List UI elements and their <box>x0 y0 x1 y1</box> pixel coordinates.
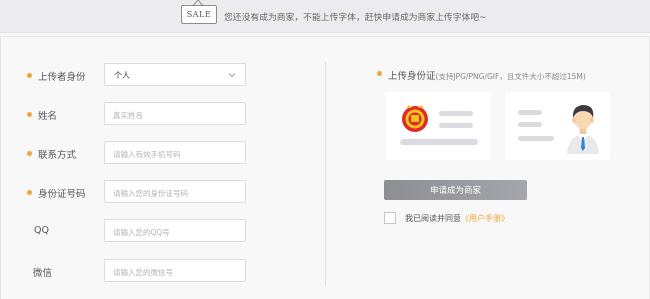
wechat-label: 微信 <box>33 268 53 279</box>
agreement-checkbox[interactable] <box>384 212 396 224</box>
notice-banner: SALE 您还没有成为商家，不能上传字体，赶快申请成为商家上传字体吧~ <box>0 0 650 33</box>
contact-field-box <box>104 141 246 165</box>
required-dot <box>27 73 32 78</box>
person-portrait-icon <box>518 105 599 154</box>
qq-field-box <box>104 219 246 243</box>
uploader-row: 上传者身份 个人 <box>0 63 250 89</box>
name-input[interactable] <box>105 105 241 126</box>
name-label: 姓名 <box>38 111 58 122</box>
id-number-input[interactable] <box>105 183 241 204</box>
agreement-prefix: 我已阅读并同意 <box>405 214 461 223</box>
national-emblem-icon <box>400 105 478 145</box>
sale-tag-icon: SALE <box>181 5 217 24</box>
apply-merchant-button[interactable]: 申请成为商家 <box>384 180 527 200</box>
qq-input[interactable] <box>105 222 241 243</box>
id-upload-title: 上传身份证(支持JPG/PNG/GIF，且文件大小不超过15M) <box>388 68 586 82</box>
id-upload-hint: (支持JPG/PNG/GIF，且文件大小不超过15M) <box>435 72 586 81</box>
wechat-field-box <box>104 259 246 283</box>
qq-label: QQ <box>34 225 49 236</box>
column-divider <box>325 62 326 286</box>
name-row: 姓名 <box>0 102 250 128</box>
contact-label: 联系方式 <box>38 150 77 161</box>
uploader-label: 上传者身份 <box>38 72 86 83</box>
wechat-row: 微信 <box>0 259 250 285</box>
uploader-select[interactable]: 个人 <box>104 63 246 86</box>
id-back-upload[interactable] <box>505 92 610 160</box>
agreement-text: 我已阅读并同意《用户手册》 <box>405 213 509 224</box>
user-manual-link[interactable]: 《用户手册》 <box>461 214 509 223</box>
uploader-select-value: 个人 <box>114 71 130 80</box>
id-number-label: 身份证号码 <box>38 189 86 200</box>
id-front-upload[interactable] <box>386 92 491 160</box>
required-dot <box>27 151 32 156</box>
chevron-down-icon <box>228 73 236 78</box>
required-dot <box>27 112 32 117</box>
id-number-field-box <box>104 180 246 204</box>
name-field-box <box>104 102 246 126</box>
id-upload-label: 上传身份证 <box>388 71 436 82</box>
required-dot <box>27 190 32 195</box>
id-number-row: 身份证号码 <box>0 180 250 206</box>
notice-text: 您还没有成为商家，不能上传字体，赶快申请成为商家上传字体吧~ <box>224 13 487 23</box>
wechat-input[interactable] <box>105 262 241 283</box>
required-dot <box>377 71 382 76</box>
contact-row: 联系方式 <box>0 141 250 167</box>
phone-input[interactable] <box>105 144 241 165</box>
qq-row: QQ <box>0 219 250 245</box>
